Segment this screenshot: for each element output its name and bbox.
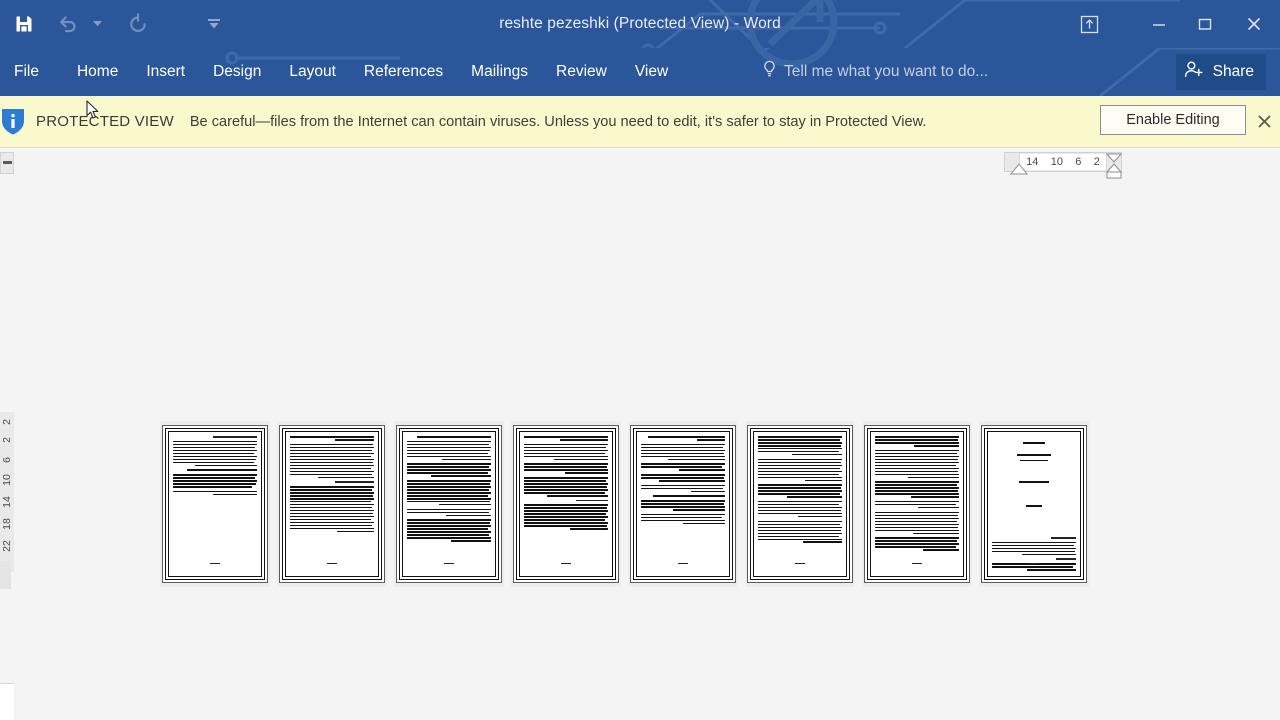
page-thumbnail[interactable] xyxy=(745,421,855,587)
tab-file[interactable]: File xyxy=(0,48,53,96)
tab-insert-label: Insert xyxy=(146,63,186,80)
page-thumbnail[interactable] xyxy=(277,421,387,587)
tab-design-label: Design xyxy=(213,63,262,80)
tab-home-label: Home xyxy=(76,63,119,80)
page-thumbnail[interactable] xyxy=(394,421,504,587)
close-button[interactable] xyxy=(1228,1,1280,47)
page-7[interactable] xyxy=(864,425,970,583)
page-text-body xyxy=(407,436,491,572)
page-text-body xyxy=(641,436,725,572)
tab-references-label: References xyxy=(363,63,444,80)
undo-dropdown-icon[interactable] xyxy=(88,4,106,44)
hruler-number-2: 6 xyxy=(1075,156,1082,168)
undo-icon[interactable] xyxy=(48,4,88,44)
minimize-button[interactable] xyxy=(1136,1,1182,47)
tab-review[interactable]: Review xyxy=(542,48,621,96)
page-text-body xyxy=(290,436,374,572)
page-5[interactable] xyxy=(630,425,736,583)
maximize-restore-button[interactable] xyxy=(1182,1,1228,47)
vruler-number-6: 22 xyxy=(1,540,13,552)
customize-quick-access-icon[interactable] xyxy=(194,4,234,44)
lightbulb-icon xyxy=(762,60,777,84)
person-add-icon xyxy=(1184,60,1205,84)
ribbon-tabs[interactable]: File Home Insert Design Layout Reference… xyxy=(0,48,682,96)
document-workspace: 2 2 6 10 14 18 22 14 10 6 2 xyxy=(0,149,1280,720)
page-title-heading xyxy=(992,436,1076,507)
tab-home[interactable]: Home xyxy=(63,48,132,96)
tab-review-label: Review xyxy=(556,63,607,80)
word-application-window: reshte pezeshki (Protected View) - Word xyxy=(0,0,1280,720)
protected-view-badge: PROTECTED VIEW xyxy=(36,113,174,130)
vertical-ruler-track xyxy=(0,683,14,720)
title-bar: reshte pezeshki (Protected View) - Word xyxy=(0,0,1280,48)
hruler-number-1: 10 xyxy=(1050,156,1063,168)
close-protected-view-bar-icon[interactable] xyxy=(1252,109,1276,133)
page-8[interactable] xyxy=(981,425,1087,583)
page-text-body xyxy=(524,436,608,572)
right-indent-marker[interactable] xyxy=(1104,149,1124,179)
hruler-number-3: 2 xyxy=(1093,156,1100,168)
page-text-body xyxy=(758,436,842,572)
horizontal-ruler[interactable]: 14 10 6 2 xyxy=(1004,152,1123,179)
tab-mailings-label: Mailings xyxy=(471,63,529,80)
tab-mailings[interactable]: Mailings xyxy=(457,48,542,96)
tab-design[interactable]: Design xyxy=(199,48,275,96)
share-button[interactable]: Share xyxy=(1175,54,1266,90)
page-thumbnail[interactable] xyxy=(160,421,270,587)
page-2[interactable] xyxy=(279,425,385,583)
tab-layout-label: Layout xyxy=(289,63,336,80)
tab-stop-selector[interactable] xyxy=(0,152,14,174)
quick-access-toolbar[interactable] xyxy=(0,0,234,48)
page-title-body xyxy=(992,436,1076,572)
protected-view-message: Be careful—files from the Internet can c… xyxy=(189,113,927,130)
page-1[interactable] xyxy=(162,425,268,583)
page-text-body xyxy=(173,436,257,572)
ribbon-tab-bar: File Home Insert Design Layout Reference… xyxy=(0,48,1280,96)
page-3[interactable] xyxy=(396,425,502,583)
tab-view-label: View xyxy=(634,63,669,80)
page-thumbnail[interactable] xyxy=(862,421,972,587)
vertical-ruler-margin-band xyxy=(0,561,11,589)
info-shield-icon xyxy=(1,108,25,135)
tab-references[interactable]: References xyxy=(350,48,457,96)
tab-view[interactable]: View xyxy=(621,48,682,96)
enable-editing-button[interactable]: Enable Editing xyxy=(1100,105,1246,135)
page-6[interactable] xyxy=(747,425,853,583)
page-text-body xyxy=(875,436,959,572)
page-thumbnail-row[interactable] xyxy=(160,421,1124,587)
tell-me-placeholder: Tell me what you want to do... xyxy=(784,63,989,80)
share-button-label: Share xyxy=(1212,63,1254,80)
page-thumbnail[interactable] xyxy=(979,421,1089,587)
first-line-indent-marker[interactable] xyxy=(1009,163,1029,175)
tab-file-label: File xyxy=(14,63,39,80)
page-4[interactable] xyxy=(513,425,619,583)
mouse-cursor xyxy=(86,100,100,120)
window-controls xyxy=(1066,0,1280,48)
tell-me-search[interactable]: Tell me what you want to do... xyxy=(762,48,988,96)
page-thumbnail[interactable] xyxy=(511,421,621,587)
save-icon[interactable] xyxy=(4,4,44,44)
tab-layout[interactable]: Layout xyxy=(275,48,350,96)
horizontal-ruler-track: 14 10 6 2 xyxy=(1019,154,1107,170)
vertical-ruler[interactable]: 2 2 6 10 14 18 22 xyxy=(0,412,14,720)
protected-view-bar: PROTECTED VIEW Be careful—files from the… xyxy=(0,96,1280,148)
ribbon-display-options-icon[interactable] xyxy=(1066,1,1112,47)
tab-insert[interactable]: Insert xyxy=(132,48,199,96)
page-thumbnail[interactable] xyxy=(628,421,738,587)
redo-icon[interactable] xyxy=(118,4,158,44)
